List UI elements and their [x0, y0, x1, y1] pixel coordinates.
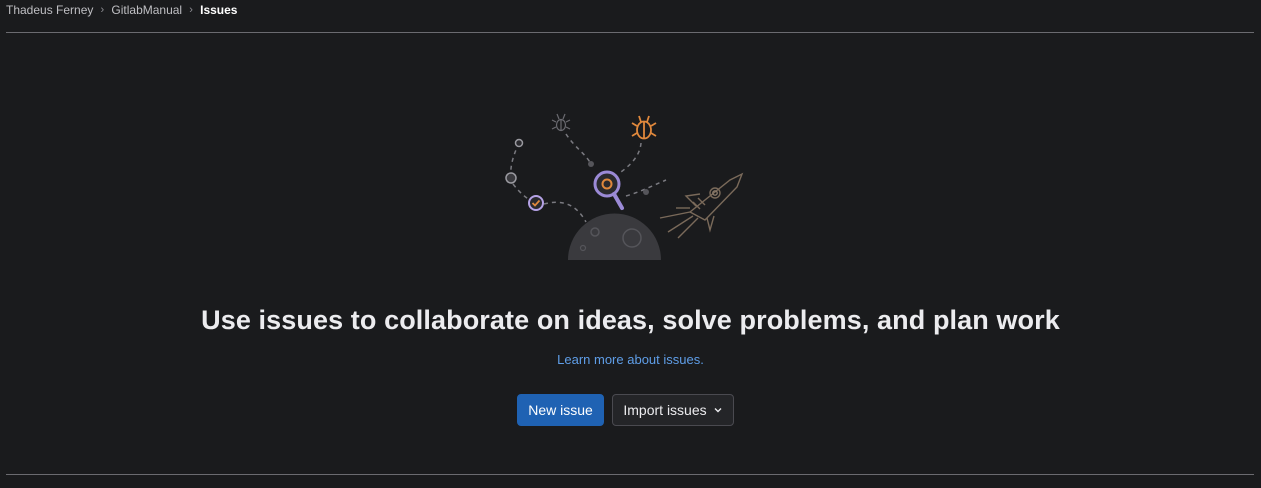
empty-state-actions: New issue Import issues [517, 394, 734, 426]
chevron-right-icon: › [100, 4, 105, 16]
breadcrumb-item-project[interactable]: GitlabManual [111, 3, 182, 17]
new-issue-button[interactable]: New issue [517, 394, 604, 426]
footer-divider [6, 474, 1254, 475]
new-issue-label: New issue [528, 402, 593, 418]
breadcrumb-item-issues[interactable]: Issues [200, 3, 237, 17]
issues-empty-state-illustration [505, 113, 744, 260]
header-divider [6, 32, 1254, 33]
learn-more-link[interactable]: Learn more about issues. [0, 352, 1261, 367]
import-issues-label: Import issues [623, 402, 707, 418]
chevron-right-icon: › [189, 4, 193, 16]
issues-page: Thadeus Ferney › GitlabManual › Issues U… [0, 0, 1261, 488]
chevron-down-icon [714, 408, 722, 413]
import-issues-dropdown[interactable]: Import issues [612, 394, 734, 426]
empty-state-title: Use issues to collaborate on ideas, solv… [201, 305, 1060, 335]
breadcrumb-item-user[interactable]: Thadeus Ferney [6, 3, 93, 17]
breadcrumb: Thadeus Ferney › GitlabManual › Issues [6, 2, 237, 18]
